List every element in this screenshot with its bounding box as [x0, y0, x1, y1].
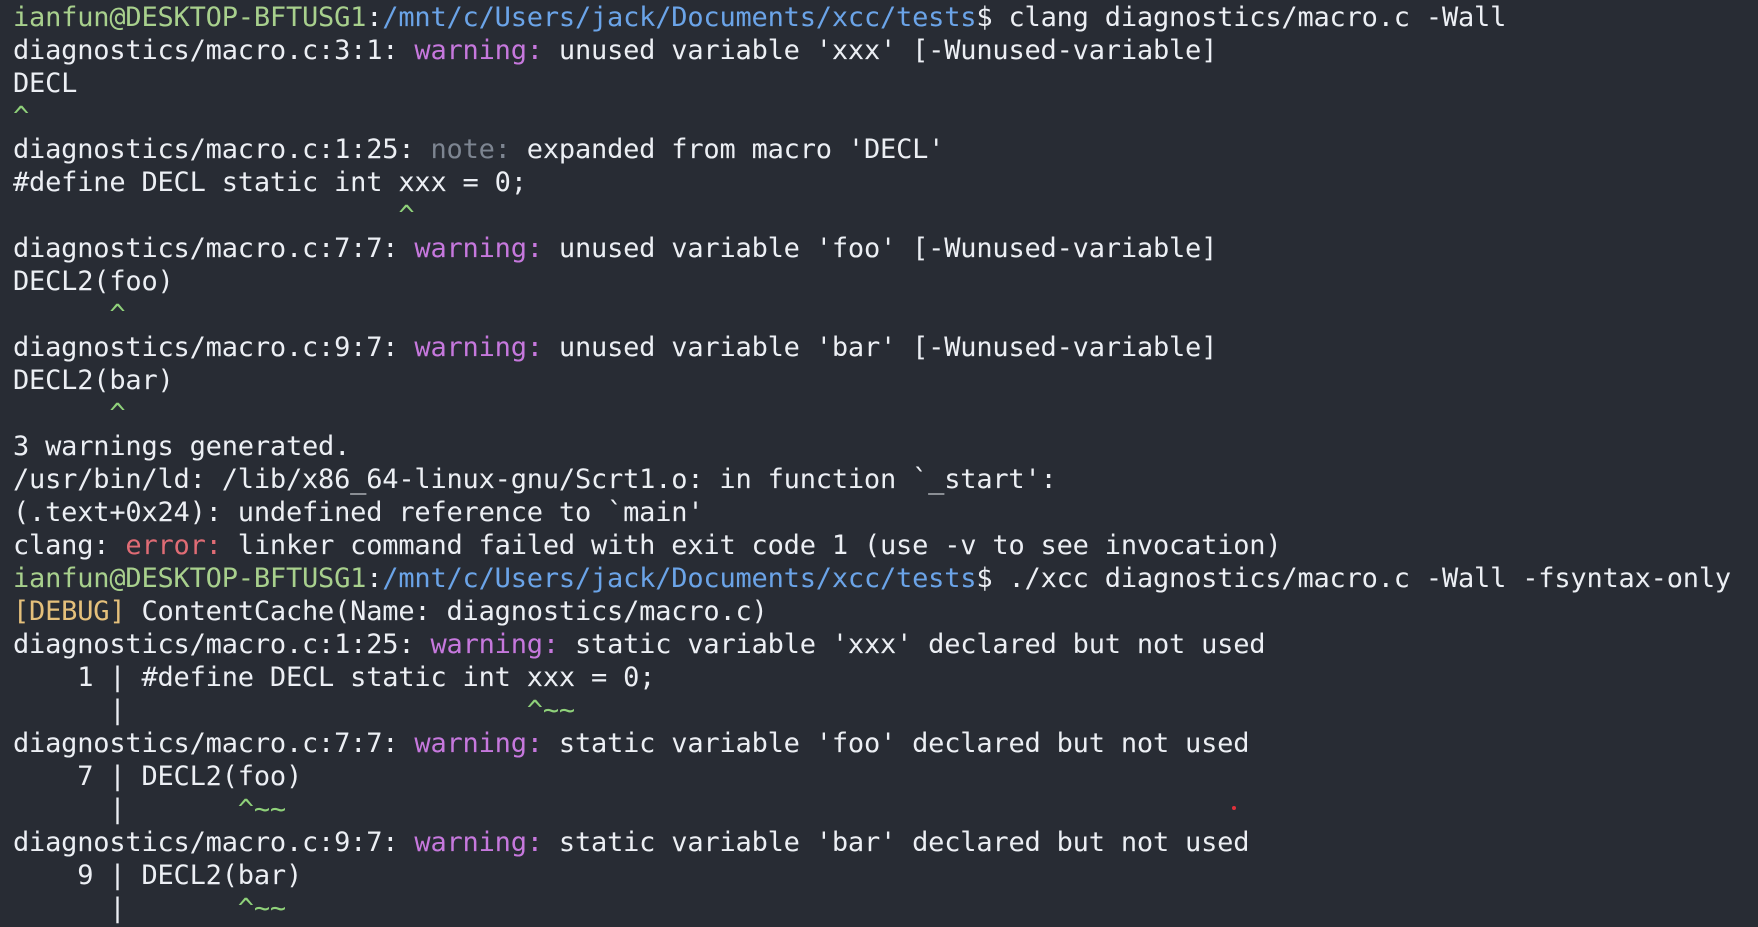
terminal-line: ^: [13, 298, 1758, 331]
note-label: note:: [430, 134, 511, 165]
output-text: expanded from macro 'DECL': [510, 134, 945, 165]
output-text: |: [13, 695, 527, 726]
output-text: (.text+0x24): undefined reference to `ma…: [13, 497, 704, 528]
output-text: static variable 'foo' declared but not u…: [542, 728, 1250, 759]
output-text: unused variable 'bar' [-Wunused-variable…: [542, 332, 1218, 363]
output-text: diagnostics/macro.c:7:7:: [13, 233, 415, 264]
output-text: ContentCache(Name: diagnostics/macro.c): [125, 596, 768, 627]
terminal-line: diagnostics/macro.c:1:25: warning: stati…: [13, 628, 1758, 661]
terminal-line: diagnostics/macro.c:1:25: note: expanded…: [13, 133, 1758, 166]
terminal-line: diagnostics/macro.c:7:7: warning: static…: [13, 727, 1758, 760]
output-text: clang:: [13, 530, 126, 561]
output-text: /usr/bin/ld: /lib/x86_64-linux-gnu/Scrt1…: [13, 464, 1057, 495]
output-text: diagnostics/macro.c:9:7:: [13, 827, 415, 858]
warning-label: warning:: [414, 332, 543, 363]
output-text: diagnostics/macro.c:1:25:: [13, 134, 431, 165]
terminal-line: (.text+0x24): undefined reference to `ma…: [13, 496, 1758, 529]
output-text: 3 warnings generated.: [13, 431, 351, 462]
output-text: :: [366, 2, 383, 33]
caret-marker: ^: [13, 101, 30, 132]
output-text: 7 | DECL2(foo): [13, 761, 302, 792]
prompt-user: ianfun@DESKTOP-BFTUSG1: [13, 2, 367, 33]
error-label: error:: [125, 530, 222, 561]
terminal-line: | ^~~: [13, 892, 1758, 925]
output-text: diagnostics/macro.c:3:1:: [13, 35, 415, 66]
output-text: #define DECL static int xxx = 0;: [13, 167, 527, 198]
terminal-line: /usr/bin/ld: /lib/x86_64-linux-gnu/Scrt1…: [13, 463, 1758, 496]
debug-tag: [DEBUG]: [13, 596, 126, 627]
terminal-window[interactable]: ianfun@DESKTOP-BFTUSG1:/mnt/c/Users/jack…: [0, 0, 1758, 927]
cursor-dot: [1232, 806, 1236, 810]
output-text: linker command failed with exit code 1 (…: [221, 530, 1282, 561]
terminal-line: 7 | DECL2(foo): [13, 760, 1758, 793]
terminal-line: diagnostics/macro.c:7:7: warning: unused…: [13, 232, 1758, 265]
terminal-line: ^: [13, 100, 1758, 133]
output-text: 9 | DECL2(bar): [13, 860, 302, 891]
output-text: DECL: [13, 68, 78, 99]
terminal-line: 9 | DECL2(bar): [13, 859, 1758, 892]
caret-marker: ^~~: [237, 794, 286, 825]
terminal-line: 1 | #define DECL static int xxx = 0;: [13, 661, 1758, 694]
terminal-line: ^: [13, 397, 1758, 430]
caret-marker: ^: [13, 299, 126, 330]
caret-marker: ^: [13, 200, 415, 231]
terminal-line: clang: error: linker command failed with…: [13, 529, 1758, 562]
terminal-line: ianfun@DESKTOP-BFTUSG1:/mnt/c/Users/jack…: [13, 562, 1758, 595]
warning-label: warning:: [414, 233, 543, 264]
output-text: DECL2(bar): [13, 365, 174, 396]
terminal-line: diagnostics/macro.c:9:7: warning: static…: [13, 826, 1758, 859]
output-text: static variable 'bar' declared but not u…: [542, 827, 1250, 858]
output-text: unused variable 'xxx' [-Wunused-variable…: [542, 35, 1218, 66]
output-text: diagnostics/macro.c:9:7:: [13, 332, 415, 363]
prompt-user: ianfun@DESKTOP-BFTUSG1: [13, 563, 367, 594]
output-text: :: [366, 563, 383, 594]
terminal-line: ianfun@DESKTOP-BFTUSG1:/mnt/c/Users/jack…: [13, 1, 1758, 34]
output-text: |: [13, 794, 238, 825]
caret-marker: ^: [13, 398, 126, 429]
output-text: |: [13, 893, 238, 924]
caret-marker: ^~~: [526, 695, 575, 726]
warning-label: warning:: [430, 629, 559, 660]
output-text: $ ./xcc diagnostics/macro.c -Wall -fsynt…: [976, 563, 1731, 594]
prompt-path: /mnt/c/Users/jack/Documents/xcc/tests: [382, 563, 977, 594]
output-text: diagnostics/macro.c:7:7:: [13, 728, 415, 759]
warning-label: warning:: [414, 728, 543, 759]
warning-label: warning:: [414, 827, 543, 858]
terminal-line: DECL: [13, 67, 1758, 100]
terminal-line: | ^~~: [13, 793, 1758, 826]
output-text: unused variable 'foo' [-Wunused-variable…: [542, 233, 1218, 264]
output-text: diagnostics/macro.c:1:25:: [13, 629, 431, 660]
terminal-line: ^: [13, 199, 1758, 232]
terminal-line: DECL2(foo): [13, 265, 1758, 298]
prompt-path: /mnt/c/Users/jack/Documents/xcc/tests: [382, 2, 977, 33]
warning-label: warning:: [414, 35, 543, 66]
output-text: $ clang diagnostics/macro.c -Wall: [976, 2, 1507, 33]
terminal-line: 3 warnings generated.: [13, 430, 1758, 463]
terminal-line: | ^~~: [13, 694, 1758, 727]
output-text: static variable 'xxx' declared but not u…: [558, 629, 1266, 660]
terminal-line: DECL2(bar): [13, 364, 1758, 397]
terminal-line: #define DECL static int xxx = 0;: [13, 166, 1758, 199]
terminal-line: diagnostics/macro.c:9:7: warning: unused…: [13, 331, 1758, 364]
output-text: DECL2(foo): [13, 266, 174, 297]
output-text: 1 | #define DECL static int xxx = 0;: [13, 662, 656, 693]
caret-marker: ^~~: [237, 893, 286, 924]
terminal-line: diagnostics/macro.c:3:1: warning: unused…: [13, 34, 1758, 67]
terminal-line: [DEBUG] ContentCache(Name: diagnostics/m…: [13, 595, 1758, 628]
